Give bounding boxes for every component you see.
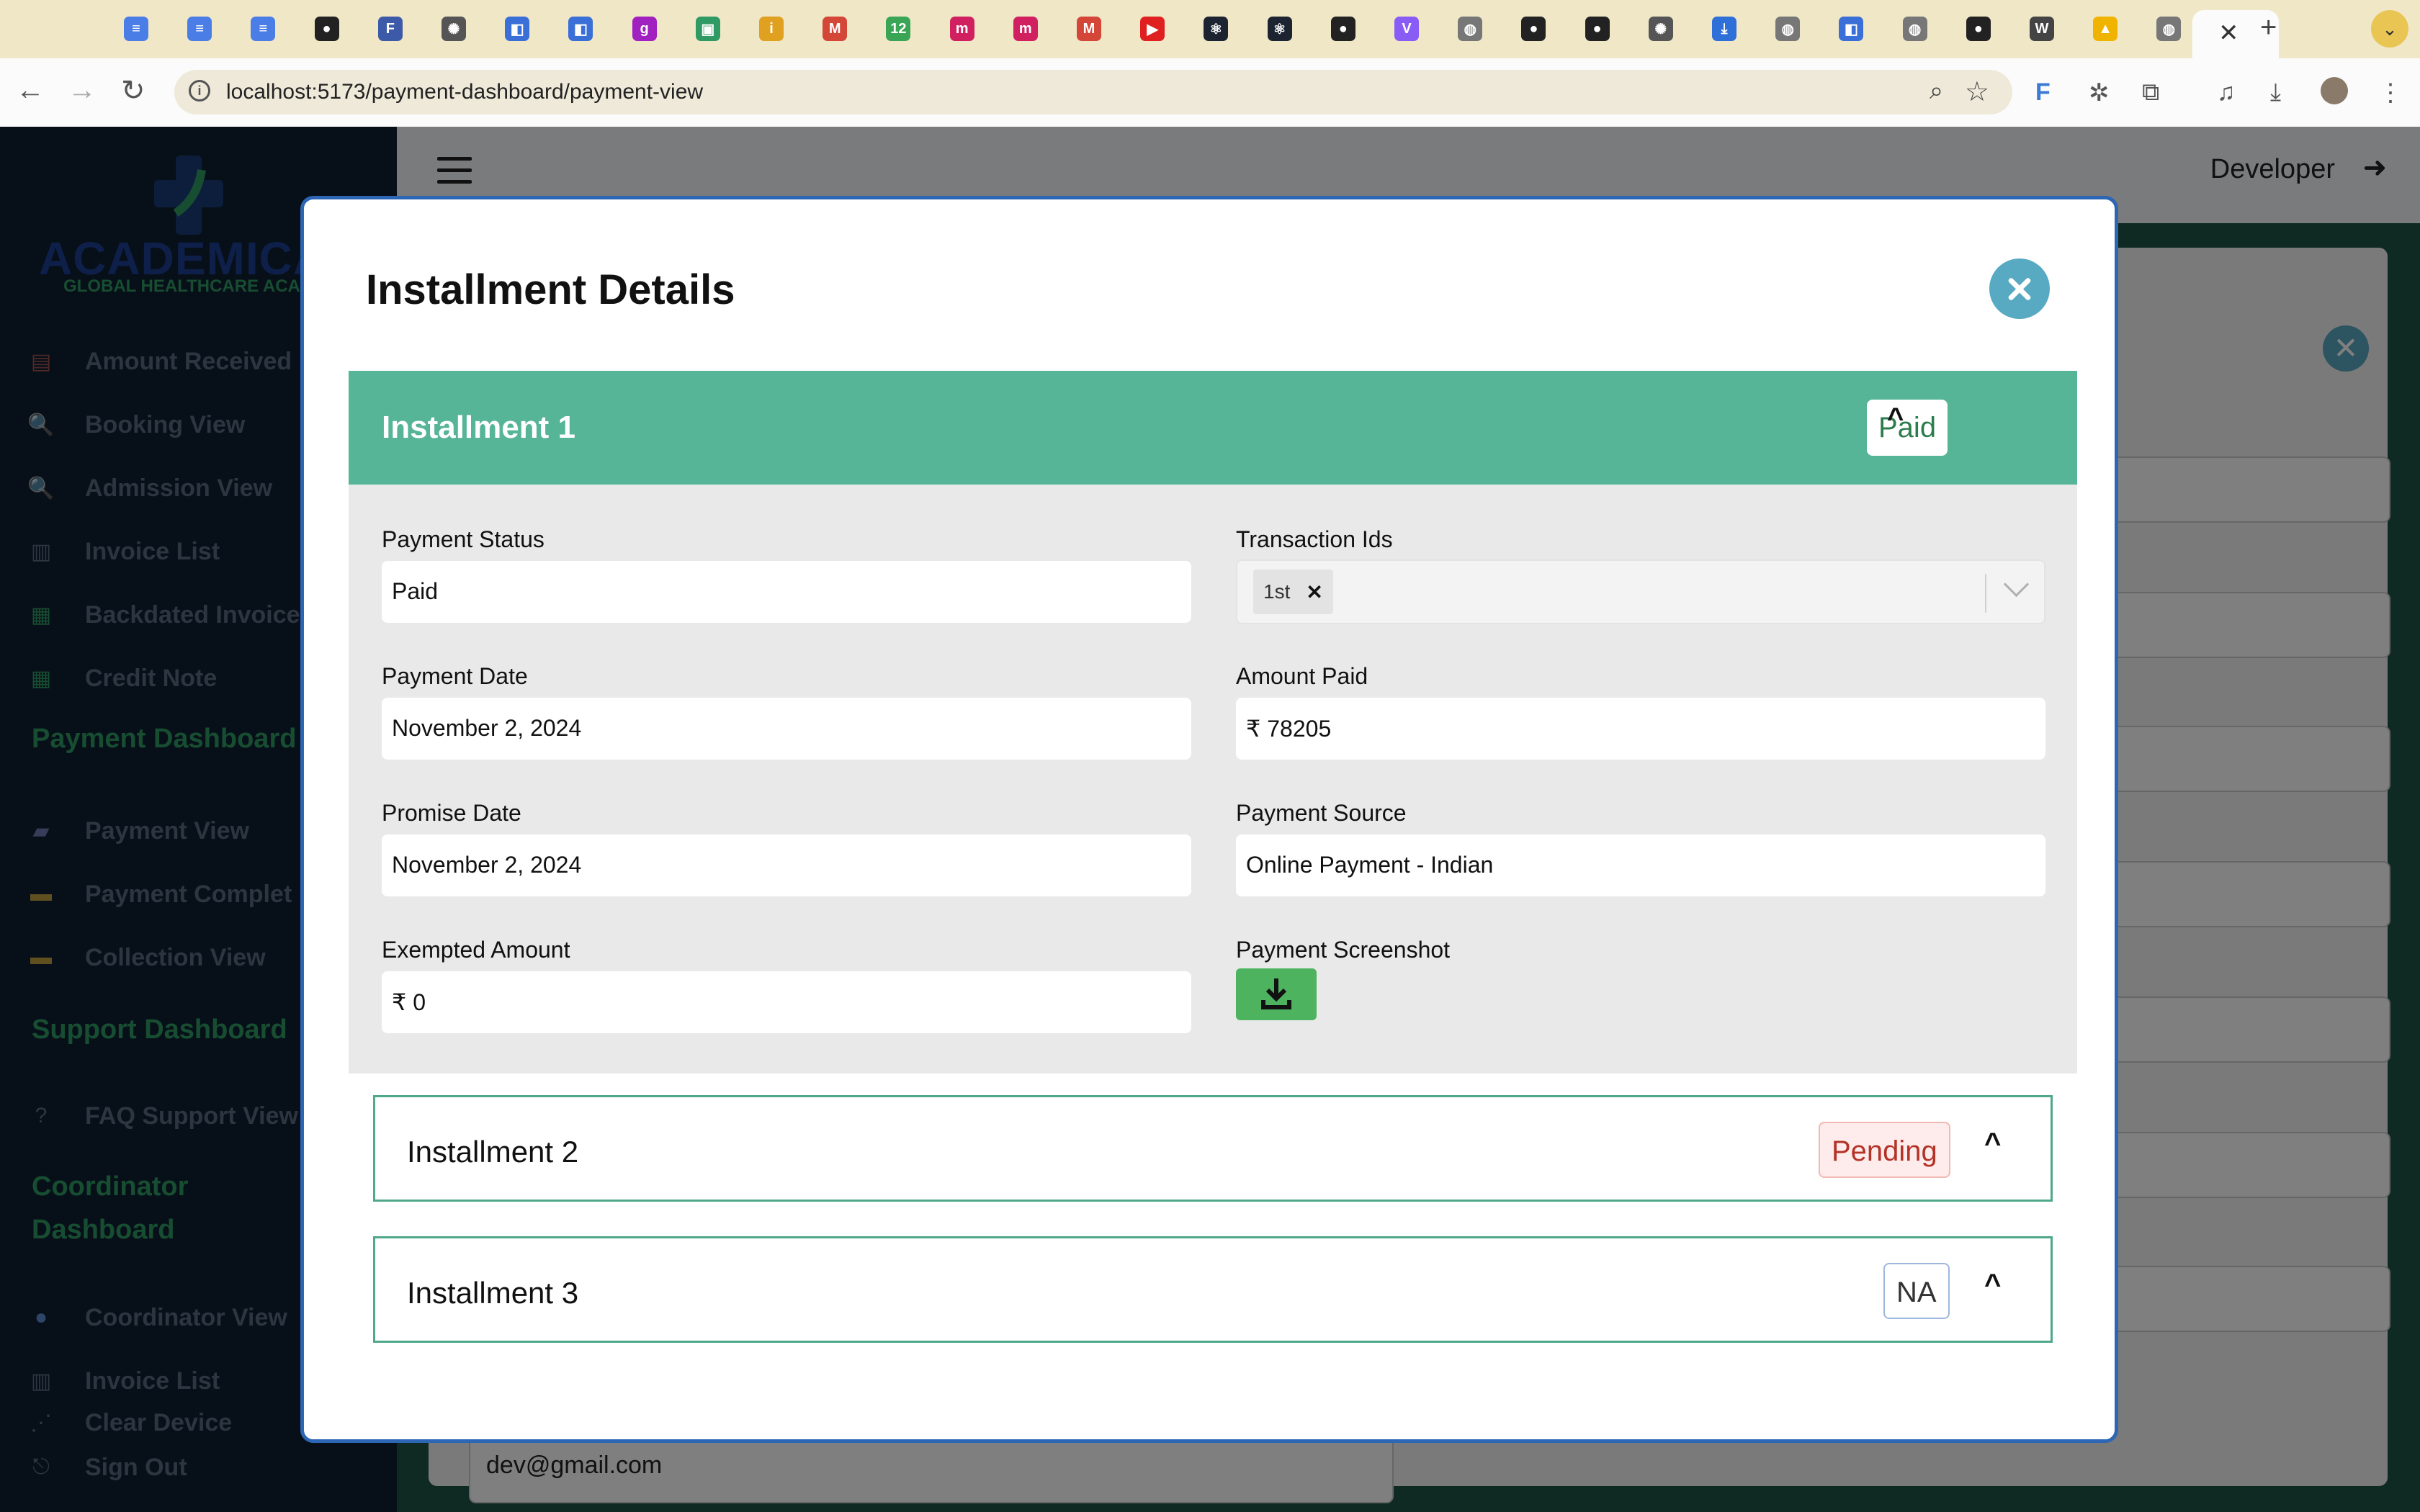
browser-toolbar: ← → ↻ i localhost:5173/payment-dashboard… — [0, 58, 2420, 127]
browser-menu-icon[interactable]: ⋮ — [2378, 78, 2403, 107]
url-text[interactable]: localhost:5173/payment-dashboard/payment… — [226, 80, 703, 104]
tab-openai-icon[interactable]: ✺ — [1648, 17, 1673, 41]
payment-date-label: Payment Date — [382, 663, 528, 689]
amount-paid-value: ₹ 78205 — [1246, 716, 1332, 742]
payment-date-value: November 2, 2024 — [392, 715, 582, 741]
modal-title: Installment Details — [366, 266, 735, 313]
tab-app-icon[interactable]: ◧ — [505, 17, 530, 41]
installment-title: Installment 3 — [407, 1276, 579, 1310]
tab-react-icon[interactable]: ⚛ — [1204, 17, 1229, 41]
profile-avatar[interactable] — [2321, 77, 2348, 104]
bookmark-star-icon[interactable]: ☆ — [1965, 76, 1989, 108]
extension-icon[interactable]: F — [2035, 78, 2051, 107]
installment-title: Installment 2 — [407, 1135, 579, 1169]
installment-details-modal: Installment Details Installment 1 Paid ^… — [300, 196, 2118, 1443]
select-separator — [1985, 574, 1986, 613]
tab-globe-icon[interactable]: ◍ — [1458, 17, 1483, 41]
collapse-chevron-icon[interactable]: ^ — [1887, 402, 1904, 435]
address-bar[interactable]: i localhost:5173/payment-dashboard/payme… — [174, 70, 2012, 114]
close-tab-icon[interactable]: ✕ — [2218, 19, 2239, 48]
payment-status-value: Paid — [392, 578, 439, 604]
transaction-id-chip: 1st ✕ — [1253, 570, 1333, 614]
tab-openai-icon[interactable]: ✺ — [442, 17, 466, 41]
installment-2-header[interactable]: Installment 2 Pending ^ — [373, 1095, 2053, 1202]
tab-frt-icon[interactable]: F — [377, 17, 403, 41]
download-icon — [1261, 978, 1291, 1009]
payment-source-value: Online Payment - Indian — [1246, 852, 1494, 878]
media-control-icon[interactable]: ♫ — [2217, 78, 2236, 107]
select-dropdown-icon[interactable] — [2003, 571, 2030, 598]
tab-app-icon[interactable]: ◧ — [1839, 17, 1864, 41]
tab-vite-icon[interactable]: V — [1394, 17, 1419, 41]
bug-extension-icon[interactable]: ✲ — [2089, 78, 2110, 107]
tab-i-icon[interactable]: i — [759, 17, 784, 41]
tab-docs-icon[interactable]: ≡ — [124, 17, 148, 41]
download-screenshot-button[interactable] — [1236, 968, 1317, 1020]
close-modal-button[interactable] — [1989, 258, 2050, 319]
tab-gmail-icon[interactable]: M — [823, 17, 848, 41]
tab-globe-icon[interactable]: ◍ — [1775, 17, 1801, 41]
tab-github-icon[interactable]: ● — [1330, 17, 1355, 41]
promise-date-value: November 2, 2024 — [392, 852, 582, 878]
site-info-icon[interactable]: i — [189, 80, 210, 102]
tab-github-icon[interactable]: ● — [314, 17, 339, 41]
forward-icon[interactable]: → — [68, 74, 97, 107]
payment-screenshot-label: Payment Screenshot — [1236, 937, 1451, 963]
new-tab-icon[interactable]: + — [2260, 12, 2277, 44]
tab-m-icon[interactable]: m — [1013, 17, 1038, 41]
expand-chevron-icon[interactable]: ^ — [1984, 1269, 2001, 1301]
exempted-amount-value: ₹ 0 — [392, 989, 426, 1015]
payment-status-field[interactable]: Paid — [382, 561, 1191, 623]
status-badge: Paid — [1867, 400, 1948, 456]
payment-source-field[interactable]: Online Payment - Indian — [1236, 834, 2045, 896]
tab-react-icon[interactable]: ⚛ — [1267, 17, 1292, 41]
status-badge: Pending — [1819, 1122, 1950, 1178]
transaction-ids-select[interactable]: 1st ✕ — [1236, 559, 2045, 624]
tab-chat-icon[interactable]: ▣ — [695, 17, 720, 41]
tab-globe-icon[interactable]: ◍ — [1902, 17, 1927, 41]
tab-g-icon[interactable]: g — [632, 17, 657, 41]
tab-docs-icon[interactable]: ≡ — [251, 17, 276, 41]
back-icon[interactable]: ← — [16, 74, 45, 107]
tab-m-icon[interactable]: m — [949, 17, 974, 41]
transaction-ids-label: Transaction Ids — [1236, 526, 1393, 552]
tab-gmail-icon[interactable]: M — [1077, 17, 1101, 41]
tab-globe-icon[interactable]: ◍ — [2156, 17, 2182, 41]
tab-search-icon[interactable]: ⌄ — [2371, 10, 2408, 48]
downloads-icon[interactable]: ⤓ — [2270, 78, 2281, 107]
tab-youtube-icon[interactable]: ▶ — [1140, 17, 1165, 41]
tab-twelve-icon[interactable]: 12 — [886, 17, 911, 41]
installment-title: Installment 1 — [382, 410, 575, 445]
installment-1-details: Payment Status Paid Transaction Ids 1st … — [349, 485, 2077, 1074]
zoom-icon[interactable]: ⌕ — [1930, 77, 1943, 105]
tab-github-icon[interactable]: ● — [1585, 17, 1610, 41]
reload-icon[interactable]: ↻ — [121, 74, 145, 107]
remove-chip-icon[interactable]: ✕ — [1306, 580, 1322, 604]
amount-paid-label: Amount Paid — [1236, 663, 1368, 689]
payment-status-label: Payment Status — [382, 526, 544, 552]
tab-github-icon[interactable]: ● — [1966, 17, 1991, 41]
tab-docs-icon[interactable]: ≡ — [187, 17, 212, 41]
exempted-amount-label: Exempted Amount — [382, 937, 570, 963]
tab-drive-icon[interactable]: ▲ — [2093, 17, 2118, 41]
tab-github-icon[interactable]: ● — [1521, 17, 1546, 41]
exempted-amount-field[interactable]: ₹ 0 — [382, 971, 1191, 1033]
status-badge: NA — [1883, 1263, 1950, 1319]
payment-date-field[interactable]: November 2, 2024 — [382, 698, 1191, 760]
tab-app-icon[interactable]: ◧ — [568, 17, 593, 41]
installment-1-header[interactable]: Installment 1 Paid ^ — [349, 371, 2077, 485]
promise-date-label: Promise Date — [382, 800, 521, 826]
browser-tab-strip: ≡ ≡ ≡ ● F ✺ ◧ ◧ g ▣ i M 12 m m M ▶ ⚛ ⚛ ● V ◍ ● ● ✺ ⤓ ◍ ◧ ◍ ● W ▲ ◍ ✕ + ⌄ — [0, 0, 2420, 58]
puzzle-extensions-icon[interactable]: ⧉ — [2142, 78, 2159, 107]
installment-3-header[interactable]: Installment 3 NA ^ — [373, 1236, 2053, 1343]
expand-chevron-icon[interactable]: ^ — [1984, 1128, 2001, 1160]
promise-date-field[interactable]: November 2, 2024 — [382, 834, 1191, 896]
payment-source-label: Payment Source — [1236, 800, 1407, 826]
tab-download-icon[interactable]: ⤓ — [1712, 17, 1736, 41]
transaction-id-value: 1st — [1263, 580, 1291, 603]
tab-wikipedia-icon[interactable]: W — [2030, 17, 2054, 41]
amount-paid-field[interactable]: ₹ 78205 — [1236, 698, 2045, 760]
